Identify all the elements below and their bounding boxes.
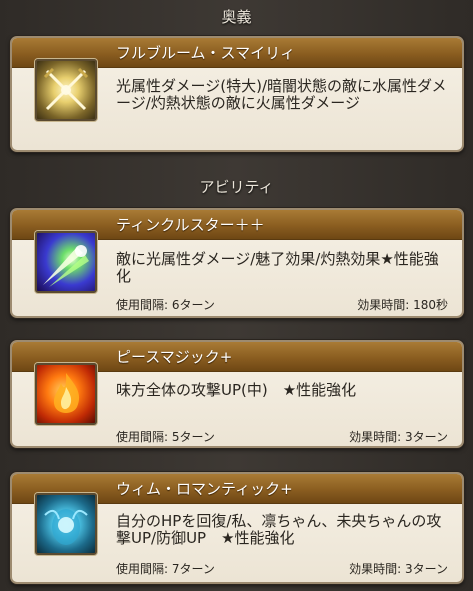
ability-meta: 使用間隔: 6ターン 効果時間: 180秒 xyxy=(116,296,448,313)
ability-cooldown: 使用間隔: 7ターン xyxy=(116,562,215,576)
ability-duration: 効果時間: 180秒 xyxy=(357,298,448,312)
ability-duration: 効果時間: 3ターン xyxy=(349,430,448,444)
ability-meta: 使用間隔: 5ターン 効果時間: 3ターン xyxy=(116,428,448,445)
ability-card-3[interactable]: ウィム・ロマンティック+ 自分のHPを回復/私、凛ちゃん、未央ちゃんの攻撃UP/… xyxy=(10,472,464,584)
crossed-swords-icon xyxy=(35,59,97,121)
heal-aura-icon xyxy=(35,493,97,555)
ability-meta: 使用間隔: 7ターン 効果時間: 3ターン xyxy=(116,560,448,577)
light-burst-icon xyxy=(35,231,97,293)
ability-card-1[interactable]: ティンクルスター＋＋ 敵に光属性ダメージ/魅了効果/灼熱効果★性能強化 使用間隔… xyxy=(10,208,464,318)
ability-duration: 効果時間: 3ターン xyxy=(349,562,448,576)
ougi-section-title: 奥義 xyxy=(221,8,252,26)
ougi-description: 光属性ダメージ(特大)/暗闇状態の敵に水属性ダメージ/灼熱状態の敵に火属性ダメー… xyxy=(116,77,447,112)
ability-description: 敵に光属性ダメージ/魅了効果/灼熱効果★性能強化 xyxy=(116,250,439,285)
ability-cooldown: 使用間隔: 6ターン xyxy=(116,298,215,312)
ougi-card[interactable]: フルブルーム・スマイリィ 光属性ダメージ(特大)/暗闇状態の敵に水属性ダメージ/… xyxy=(10,36,464,152)
ability-card-2[interactable]: ピースマジック+ 味方全体の攻撃UP(中) ★性能強化 使用間隔: 5ターン 効… xyxy=(10,340,464,448)
flame-icon xyxy=(35,363,97,425)
ability-cooldown: 使用間隔: 5ターン xyxy=(116,430,215,444)
ability-description: 自分のHPを回復/私、凛ちゃん、未央ちゃんの攻撃UP/防御UP ★性能強化 xyxy=(116,512,442,547)
ability-section-title: アビリティ xyxy=(199,178,274,196)
ability-description: 味方全体の攻撃UP(中) ★性能強化 xyxy=(116,381,357,399)
